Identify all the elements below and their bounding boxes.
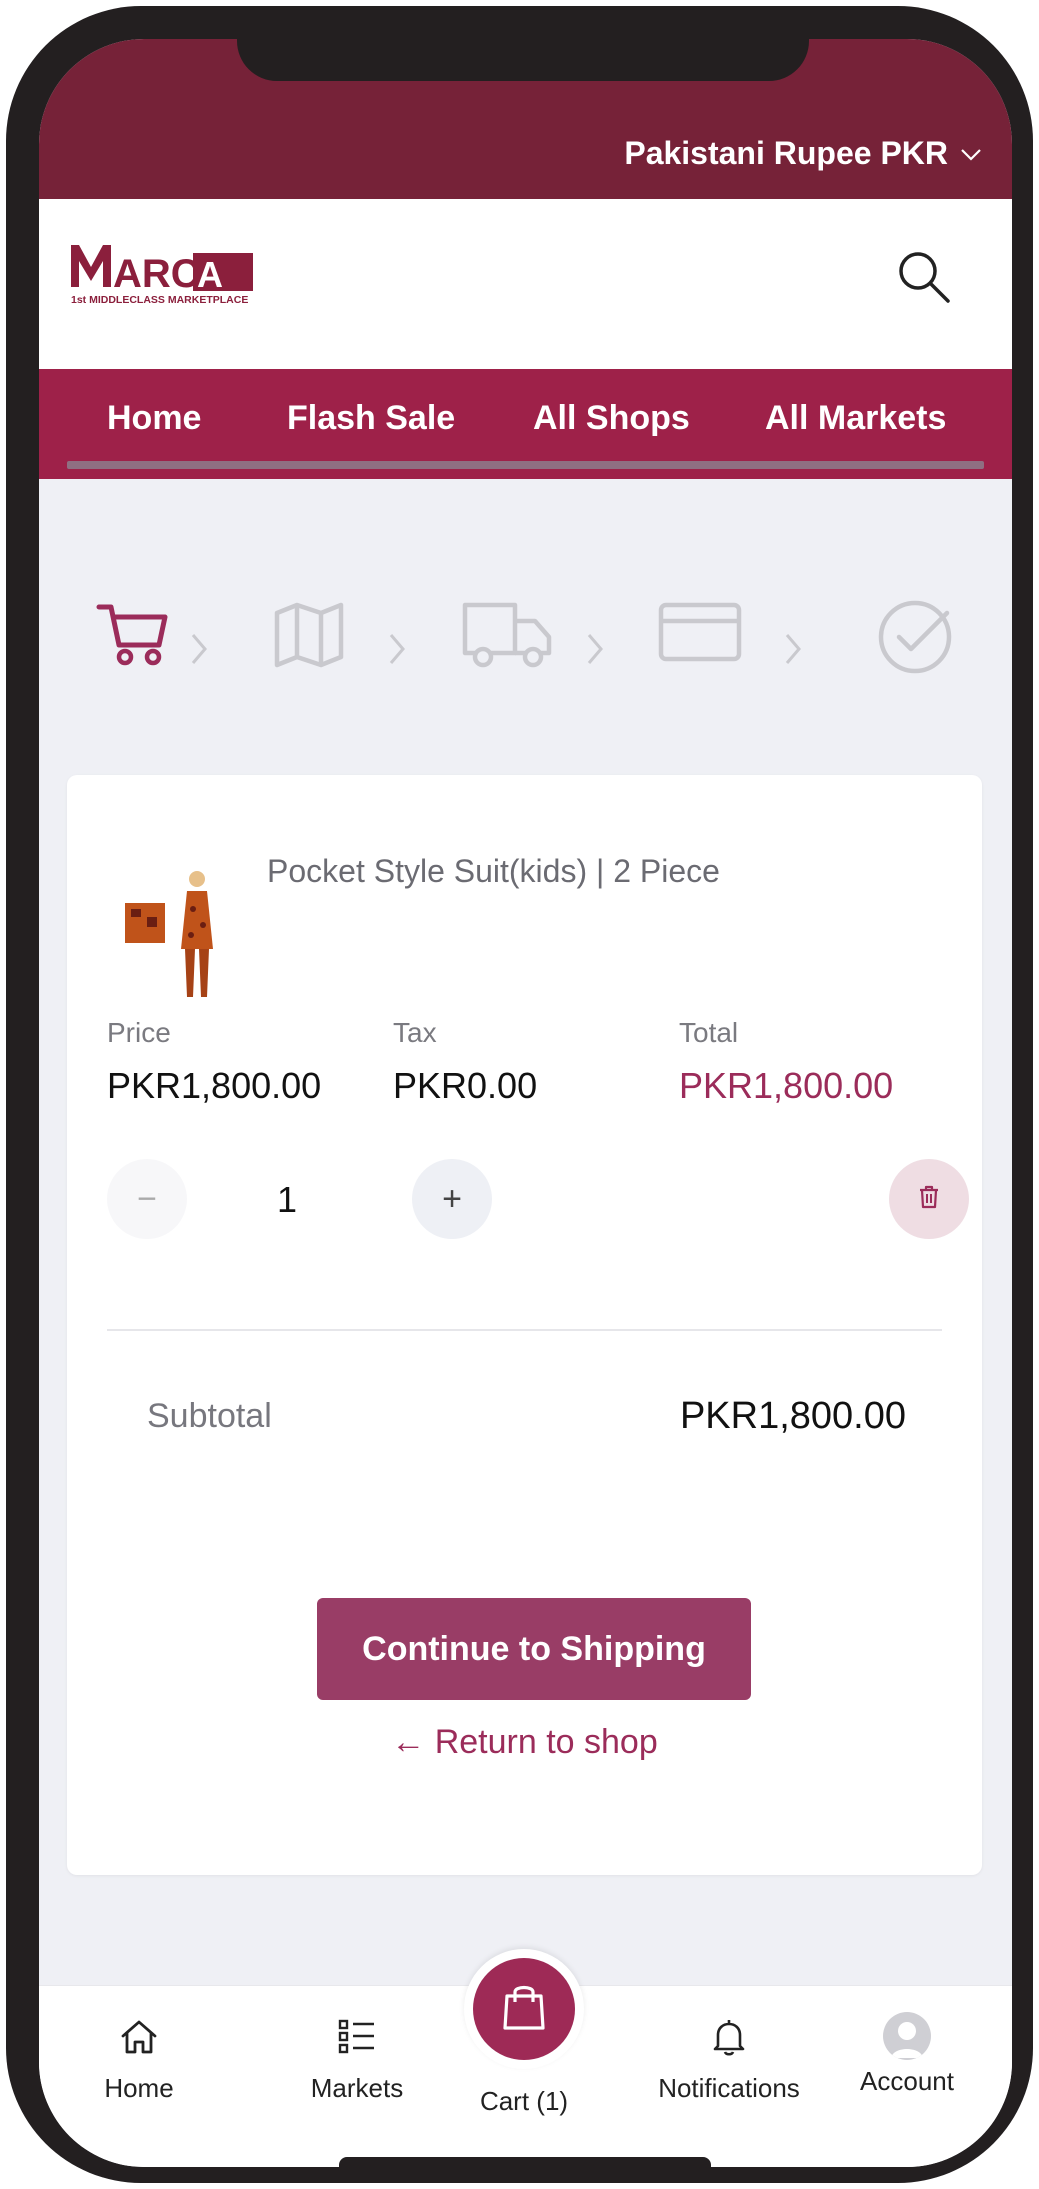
product-name[interactable]: Pocket Style Suit(kids) | 2 Piece [267, 853, 720, 890]
subtotal-value: PKR1,800.00 [679, 1395, 906, 1437]
cart-card: Pocket Style Suit(kids) | 2 Piece Price … [67, 775, 982, 1875]
cart-fab-button[interactable] [473, 1958, 575, 2060]
tax-value: PKR0.00 [393, 1065, 538, 1106]
nav-all-shops[interactable]: All Shops [533, 399, 690, 438]
marca-logo[interactable]: ARC A . 1st MIDDLECLASS MARKETPLACE [67, 237, 262, 317]
list-icon [287, 2016, 427, 2065]
bottom-nav-cart-label: Cart (1) [479, 2086, 569, 2116]
currency-selector[interactable]: Pakistani Rupee PKR [624, 135, 982, 172]
tax-label: Tax [393, 1017, 437, 1048]
nav-all-markets[interactable]: All Markets [765, 399, 946, 438]
price-label: Price [107, 1017, 171, 1048]
return-to-shop-link[interactable]: ← Return to shop [67, 1723, 982, 1762]
home-icon [89, 2016, 189, 2065]
header: ARC A . 1st MIDDLECLASS MARKETPLACE [39, 199, 1012, 369]
bottom-nav-notifications-label: Notifications [658, 2073, 800, 2103]
price-value: PKR1,800.00 [107, 1065, 322, 1106]
chevron-right-icon [189, 629, 209, 674]
total-value: PKR1,800.00 [679, 1065, 894, 1106]
product-thumbnail[interactable] [107, 845, 237, 1015]
check-circle-icon [877, 599, 957, 684]
bottom-nav-markets-label: Markets [310, 2073, 404, 2103]
shopping-bag-icon [501, 1982, 547, 2037]
map-icon [271, 599, 347, 674]
svg-text:A: A [197, 254, 223, 295]
bottom-nav-account[interactable]: Account [847, 2012, 967, 2097]
checkout-steps [39, 599, 1012, 699]
chevron-right-icon [783, 629, 803, 674]
quantity-decrease-button[interactable]: − [107, 1159, 187, 1239]
bottom-nav-notifications[interactable]: Notifications [634, 2016, 824, 2104]
bottom-nav-account-label: Account [860, 2066, 954, 2096]
bottom-nav-home[interactable]: Home [89, 2016, 189, 2104]
logo-tagline: 1st MIDDLECLASS MARKETPLACE [71, 294, 248, 306]
chevron-right-icon [585, 629, 605, 674]
chevron-down-icon [960, 142, 982, 168]
cart-icon [95, 599, 171, 674]
quantity-increase-button[interactable]: + [412, 1159, 492, 1239]
quantity-value: 1 [277, 1179, 298, 1220]
home-indicator [339, 2157, 711, 2167]
trash-icon [917, 1180, 941, 1219]
bottom-nav-home-label: Home [104, 2073, 174, 2103]
currency-label: Pakistani Rupee PKR [624, 135, 948, 171]
delete-item-button[interactable] [889, 1159, 969, 1239]
divider [107, 1329, 942, 1331]
screen: Pakistani Rupee PKR ARC A . 1st MIDDLECL… [39, 39, 1012, 2167]
plus-icon: + [442, 1179, 462, 1218]
bottom-nav-cart[interactable]: Cart (1) [454, 2086, 594, 2117]
chevron-right-icon [387, 629, 407, 674]
nav-home[interactable]: Home [107, 399, 201, 438]
bottom-nav-markets[interactable]: Markets [287, 2016, 427, 2104]
svg-text:ARC: ARC [113, 252, 200, 296]
notch [237, 39, 809, 81]
continue-to-shipping-button[interactable]: Continue to Shipping [317, 1598, 751, 1700]
minus-icon: − [137, 1179, 157, 1218]
avatar [883, 2012, 931, 2060]
total-label: Total [679, 1017, 739, 1048]
nav-flash-sale[interactable]: Flash Sale [287, 399, 455, 438]
nav-scrollbar[interactable] [67, 461, 984, 469]
subtotal-label: Subtotal [147, 1397, 272, 1435]
main-nav: Home Flash Sale All Shops All Markets [39, 369, 1012, 479]
truck-icon [461, 599, 553, 676]
credit-card-icon [657, 599, 743, 670]
search-icon[interactable] [894, 247, 954, 307]
bell-icon [634, 2016, 824, 2065]
phone-frame: Pakistani Rupee PKR ARC A . 1st MIDDLECL… [6, 6, 1033, 2183]
